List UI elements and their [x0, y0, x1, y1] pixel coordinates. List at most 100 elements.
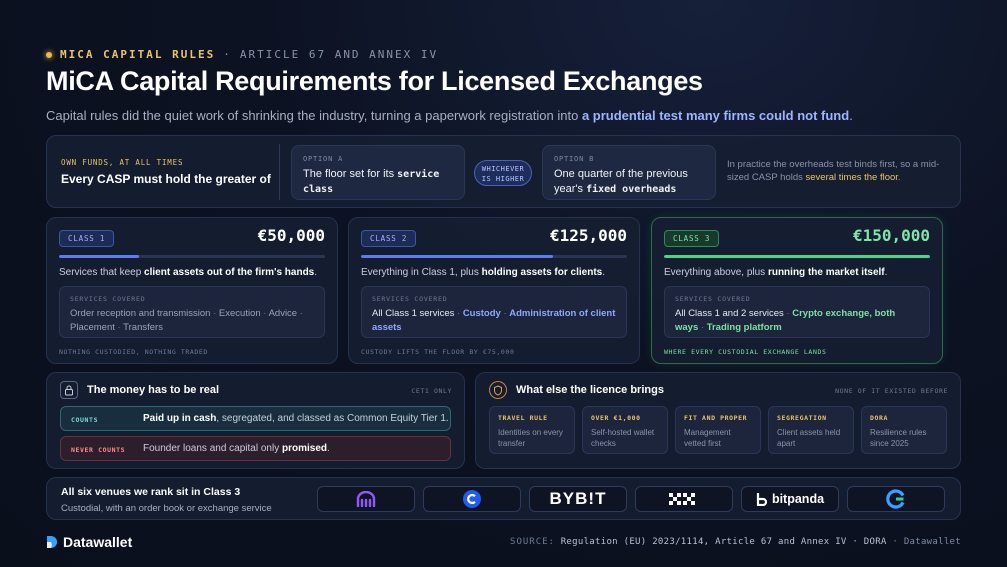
services-label: SERVICES COVERED — [70, 295, 146, 303]
kicker-main: MICA CAPITAL RULES — [60, 48, 216, 61]
never-label: NEVER COUNTS — [71, 446, 126, 454]
pill-line2: IS HIGHER — [481, 175, 525, 183]
class-2-card: CLASS 2 €125,000 Everything in Class 1, … — [348, 217, 640, 364]
class-badge: CLASS 2 — [361, 230, 417, 247]
desc-bold: holding assets for clients — [481, 267, 603, 278]
bybit-wordmark: BYB!T — [549, 489, 607, 508]
class-footer: NOTHING CUSTODIED, NOTHING TRADED — [59, 348, 208, 356]
pill-line1: WHICHEVER — [481, 165, 525, 173]
class-progress-bar — [361, 255, 627, 258]
tile-label: TRAVEL RULE — [498, 414, 548, 422]
counts-row: COUNTS Paid up in cash, segregated, and … — [60, 406, 451, 431]
desc-bold: client assets out of the firm's hands — [144, 267, 315, 278]
option-b-label: OPTION B — [554, 155, 595, 163]
desc-plain: Services that keep — [59, 267, 145, 278]
services-box: SERVICES COVERED All Class 1 services · … — [361, 286, 627, 338]
source-label: SOURCE: — [510, 537, 555, 547]
bybit-logo-icon: BYB!T — [529, 486, 627, 512]
source-brand: Datawallet — [903, 537, 961, 547]
services-label: SERVICES COVERED — [675, 295, 751, 303]
class-description: Everything in Class 1, plus holding asse… — [361, 267, 605, 278]
service-item: Trading platform — [706, 322, 782, 333]
service-item: Order reception and transmission — [70, 308, 211, 319]
option-a-text: The floor set for its service class — [303, 167, 464, 197]
tile-desc: Management vetted first — [684, 428, 731, 448]
licence-tile: FIT AND PROPER Management vetted first — [675, 406, 761, 454]
licence-tile: OVER €1,000 Self-hosted wallet checks — [582, 406, 668, 454]
licence-tag: NONE OF IT EXISTED BEFORE — [835, 387, 948, 395]
licence-panel: What else the licence brings NONE OF IT … — [475, 372, 961, 469]
class-amount: €125,000 — [549, 226, 627, 245]
venues-panel: All six venues we rank sit in Class 3 Cu… — [46, 477, 961, 520]
counts-rest: , segregated, and classed as Common Equi… — [216, 413, 449, 424]
subtitle-plain: Capital rules did the quiet work of shri… — [46, 108, 582, 123]
never-text: Founder loans and capital only promised. — [143, 443, 330, 454]
desc-end: . — [602, 267, 605, 278]
class-badge: CLASS 3 — [664, 230, 720, 247]
tile-desc: Resilience rules since 2025 — [870, 428, 927, 448]
services-lead: All Class 1 and 2 services — [675, 308, 784, 319]
ring-logo-icon — [847, 486, 945, 512]
services-box: SERVICES COVERED All Class 1 and 2 servi… — [664, 286, 930, 338]
coinbase-logo-icon — [423, 486, 521, 512]
class-footer: CUSTODY LIFTS THE FLOOR BY €75,000 — [361, 348, 515, 356]
licence-title: What else the licence brings — [516, 384, 664, 396]
subtitle-end: . — [849, 108, 853, 123]
never-counts-row: NEVER COUNTS Founder loans and capital o… — [60, 436, 451, 461]
tile-label: OVER €1,000 — [591, 414, 641, 422]
class-badge: CLASS 1 — [59, 230, 115, 247]
shield-icon — [489, 381, 507, 399]
services-text: All Class 1 services · Custody · Adminis… — [372, 308, 616, 333]
service-item: Custody — [462, 308, 501, 319]
datawallet-logo-icon — [47, 536, 57, 548]
class-progress-fill — [361, 255, 553, 258]
option-b-mono: fixed overheads — [586, 184, 677, 195]
service-item: Transfers — [123, 322, 163, 333]
tile-label: FIT AND PROPER — [684, 414, 748, 422]
own-funds-panel: OWN FUNDS, AT ALL TIMES Every CASP must … — [46, 135, 961, 208]
services-lead: All Class 1 services — [372, 308, 455, 319]
kicker: MICA CAPITAL RULES · ARTICLE 67 AND ANNE… — [46, 48, 438, 61]
tile-label: DORA — [870, 414, 889, 422]
kraken-logo-icon — [317, 486, 415, 512]
tile-desc: Self-hosted wallet checks — [591, 428, 655, 448]
desc-end: . — [314, 267, 318, 278]
note-end: . — [897, 172, 901, 183]
never-plain: Founder loans and capital only — [143, 443, 282, 454]
okx-logo-icon — [635, 486, 733, 512]
class-description: Everything above, plus running the marke… — [664, 267, 887, 278]
money-tag: CET1 ONLY — [411, 387, 452, 395]
counts-text: Paid up in cash, segregated, and classed… — [143, 413, 449, 424]
desc-bold: running the market itself — [767, 267, 885, 278]
desc-plain: Everything above, plus — [664, 267, 768, 278]
desc-plain: Everything in Class 1, plus — [361, 267, 482, 278]
services-text: All Class 1 and 2 services · Crypto exch… — [675, 308, 896, 333]
source-sep: · — [892, 537, 899, 547]
note-highlight: several times the floor — [805, 172, 898, 183]
venues-title: All six venues we rank sit in Class 3 — [61, 486, 241, 498]
service-item: Execution — [218, 308, 261, 319]
lock-icon — [60, 381, 78, 399]
source-text: Regulation (EU) 2023/1114, Article 67 an… — [560, 537, 887, 547]
service-item: Advice — [268, 308, 298, 319]
footer-brand: Datawallet — [46, 534, 132, 550]
class-footer: WHERE EVERY CUSTODIAL EXCHANGE LANDS — [664, 348, 827, 356]
counts-bold: Paid up in cash — [143, 413, 217, 424]
page-subtitle: Capital rules did the quiet work of shri… — [46, 108, 853, 123]
desc-end: . — [884, 267, 888, 278]
class-amount: €50,000 — [257, 226, 325, 245]
class-amount: €150,000 — [852, 226, 930, 245]
money-panel: The money has to be real CET1 ONLY COUNT… — [46, 372, 465, 469]
bitpanda-wordmark: bitpanda — [771, 492, 825, 506]
tile-desc: Client assets held apart — [777, 428, 841, 448]
licence-tile: SEGREGATION Client assets held apart — [768, 406, 854, 454]
licence-tile: TRAVEL RULE Identities on every transfer — [489, 406, 575, 454]
class-description: Services that keep client assets out of … — [59, 267, 317, 278]
services-text: Order reception and transmission · Execu… — [70, 308, 303, 333]
page-title: MiCA Capital Requirements for Licensed E… — [46, 66, 703, 96]
divider — [279, 144, 280, 200]
subtitle-highlight: a prudential test many firms could not f… — [581, 108, 850, 123]
option-b-card: OPTION B One quarter of the previous yea… — [542, 145, 716, 200]
option-a-label: OPTION A — [303, 155, 344, 163]
class-1-card: CLASS 1 €50,000 Services that keep clien… — [46, 217, 338, 364]
